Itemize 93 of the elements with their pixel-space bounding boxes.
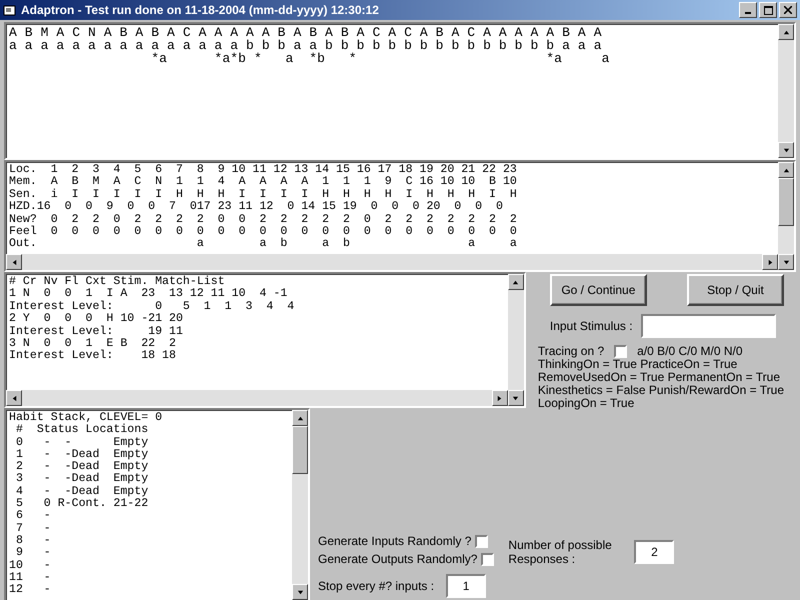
window-title: Adaptron - Test run done on 11-18-2004 (mm-dd-yyyy) 12:30:12 [21,3,380,17]
tracing-label: Tracing on ? [538,344,604,358]
habit-line: 2 - -Dead Empty [14,461,150,474]
habit-line: Habit Stack, CLEVEL= 0 [9,412,164,424]
match-line: 1 N 0 0 1 I A 23 13 12 11 10 4 -1 [9,288,288,300]
stop-every-label: Stop every #? inputs : [318,579,434,593]
setting-line: LoopingOn = True [538,397,636,410]
scroll-left-button[interactable] [6,390,22,406]
habit-line: 1 - -Dead Empty [14,448,150,461]
location-line: HZD.16 0 0 9 0 0 7 017 23 11 12 0 14 15 19 0 0 0 20 0 0 0 [9,201,504,214]
scroll-up-button[interactable] [292,410,308,426]
habit-line: 8 - [14,534,52,547]
down-arrow-icon [296,588,304,596]
vertical-scrollbar[interactable] [778,24,794,158]
app-icon [3,3,17,17]
left-arrow-icon [10,394,18,402]
minimize-button[interactable] [739,2,757,18]
scroll-down-button[interactable] [508,390,524,406]
down-arrow-icon [512,394,520,402]
location-line: Mem. A B M A C N 1 1 4 A A A A 1 1 1 9 C 16 10 10 B 10 [9,176,518,188]
scroll-up-button[interactable] [778,24,794,40]
stop-every-field[interactable]: 1 [446,574,486,598]
scroll-thumb[interactable] [778,178,794,226]
habit-line: 9 - [14,547,52,560]
sequence-line: *a *a*b * a *b * *a a [150,52,610,65]
scroll-up-button[interactable] [778,162,794,178]
responses-label: Number of possible Responses : [508,538,613,566]
setting-line: RemoveUsedOn = True PermanentOn = True [538,371,781,384]
sequence-line: A B M A C N A B A B A C A A A A A B A B A B A C A C A B A C A A A A A B A A [9,26,603,39]
scroll-right-button[interactable] [492,390,508,406]
setting-line: ThinkingOn = True PracticeOn = True [538,358,738,371]
habit-line: 0 - - Empty [14,436,150,449]
scroll-left-button[interactable] [6,254,22,270]
location-line: Out. a a b a b a a [9,238,518,251]
match-line: Interest Level: 18 18 [9,350,177,363]
up-arrow-icon [782,28,790,36]
input-stimulus-label: Input Stimulus : [550,319,633,333]
habit-line: 5 0 R-Cont. 21-22 [14,498,150,510]
close-icon [784,6,792,14]
checkbox[interactable] [475,534,488,548]
horizontal-scrollbar[interactable] [6,254,778,270]
sequence-line: a a a a a a a a a a a a a a a b b b a a b b b b b b b b b b b b b b b a a a [9,39,603,52]
close-button[interactable] [779,2,797,18]
checkbox[interactable] [481,552,494,566]
up-arrow-icon [782,166,790,174]
match-line: 3 N 0 0 1 E B 22 2 [9,338,177,350]
sequence-text-area[interactable]: A B M A C N A B A B A C A A A A A B A B A B A C A C A B A C A A A A A B A A a a a a a a a a a a a a a a a b b b a a b b b b b b b b b b b b b b b a a a *a *a*b * a *b * *a a [4,22,796,160]
habit-stack-text-area[interactable]: Habit Stack, CLEVEL= 0 # Status Locations 0 - - Empty 1 - -Dead Empty 2 - -Dead Empty 3 - -Dead Empty 4 - -Dead Empty 5 0 R-Cont. 21-22 6 - 7 - 8 - 9 - 10 - 11 - 12 - [4,408,310,600]
left-arrow-icon [10,258,18,266]
location-line: New? 0 2 2 0 2 2 2 2 0 0 2 2 2 2 2 0 2 2 2 2 2 2 2 [9,214,518,226]
scroll-down-button[interactable] [778,142,794,158]
location-line: Sen. i I I I I I H H H I I I I H H H H I H H H I H [9,188,518,201]
command-button[interactable]: Stop / Quit [687,274,784,306]
tracing-options: a/0 B/0 C/0 M/0 N/0 [637,344,743,358]
habit-line: # Status Locations [14,424,150,437]
right-arrow-icon [496,394,504,402]
habit-line: 11 - [9,572,52,584]
down-arrow-icon [782,258,790,266]
generate-inputs-label: Generate Inputs Randomly ? [318,534,472,548]
maximize-button[interactable] [759,2,777,18]
match-line: 2 Y 0 0 0 H 10 -21 20 [9,313,184,326]
habit-line: 12 - [9,584,52,596]
location-line: Feel 0 0 0 0 0 0 0 0 0 0 0 0 0 0 0 0 0 0 0 0 0 0 0 [9,226,518,238]
down-arrow-icon [782,146,790,154]
maximize-icon [764,6,772,14]
checkbox[interactable] [614,344,628,358]
horizontal-scrollbar[interactable] [6,390,508,406]
match-line: # Cr Nv Fl Cxt Stim. Match-List [9,276,226,288]
scroll-thumb[interactable] [292,426,308,474]
responses-field[interactable]: 2 [634,540,674,564]
scroll-down-button[interactable] [778,254,794,270]
location-line: Loc. 1 2 3 4 5 6 7 8 9 10 11 12 13 14 15 16 17 18 19 20 21 22 23 [9,164,518,176]
scroll-right-button[interactable] [762,254,778,270]
scroll-down-button[interactable] [292,584,308,600]
vertical-scrollbar[interactable] [508,274,524,406]
up-arrow-icon [296,414,304,422]
setting-line: Kinesthetics = False Punish/RewardOn = True [538,384,784,397]
scroll-up-button[interactable] [508,274,524,290]
vertical-scrollbar[interactable] [778,162,794,270]
habit-line: 7 - [14,522,52,535]
right-arrow-icon [766,258,774,266]
up-arrow-icon [512,278,520,286]
match-line: Interest Level: 0 5 1 1 3 4 4 [9,300,296,313]
habit-line: 10 - [9,560,52,572]
habit-line: 6 - [14,510,52,523]
habit-line: 4 - -Dead Empty [14,486,150,498]
habit-line: 3 - -Dead Empty [14,473,150,486]
match-line: Interest Level: 19 11 [9,326,184,338]
location-text-area[interactable] [4,160,796,272]
vertical-scrollbar[interactable] [292,410,308,600]
command-button[interactable]: Go / Continue [550,274,647,306]
generate-outputs-label: Generate Outputs Randomly? [318,552,478,566]
input-stimulus-field[interactable] [640,314,776,338]
